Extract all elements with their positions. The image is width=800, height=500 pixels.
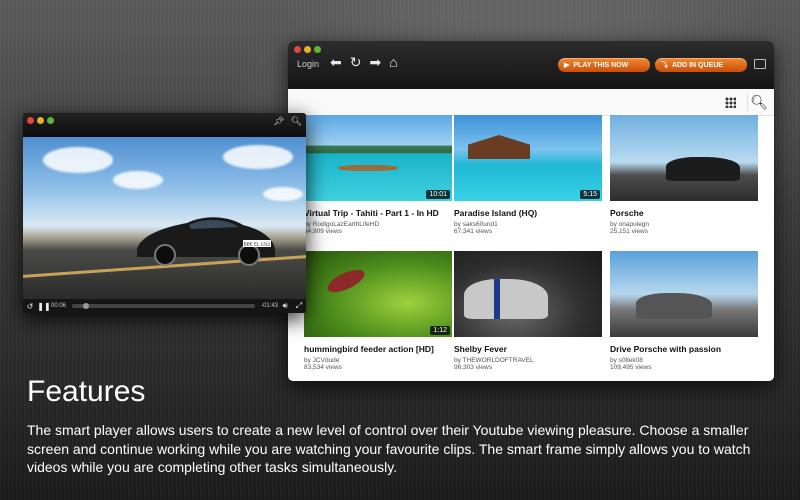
hummingbird-shape	[324, 265, 368, 297]
video-duration: 10:01	[426, 190, 450, 199]
elapsed-time: 00:06	[51, 303, 67, 309]
cloud-shape	[263, 187, 303, 201]
video-title[interactable]: Paradise Island (HQ)	[454, 208, 602, 219]
video-frame[interactable]: BBE EL 1311	[23, 137, 306, 299]
play-this-now-label: PLAY THIS NOW	[573, 61, 629, 69]
video-views: 83,534 views	[304, 364, 342, 371]
video-title[interactable]: Shelby Fever	[454, 344, 602, 355]
grid-view-icon[interactable]	[725, 97, 736, 108]
player-titlebar: 📌︎ 🔍︎	[23, 113, 306, 137]
video-views: 67,341 views	[454, 228, 492, 235]
video-title[interactable]: hummingbird feeder action [HD]	[304, 344, 452, 355]
back-arrow-icon[interactable]: ⬅	[330, 55, 342, 69]
video-thumbnail[interactable]: 10:01	[304, 115, 452, 201]
features-description: The smart player allows users to create …	[27, 422, 751, 475]
queue-icon: ⤵	[661, 62, 668, 69]
video-title[interactable]: Drive Porsche with passion	[610, 344, 758, 355]
login-link[interactable]: Login	[297, 59, 319, 69]
browser-toolbar: Login ⬅ ↻ ➡ ⌂ ▶ PLAY THIS NOW ⤵ ADD IN Q…	[288, 41, 774, 89]
zoom-window-button[interactable]	[47, 117, 54, 124]
video-card[interactable]: Shelby Fever by THEWORLDOFTRAVEL 96,303 …	[454, 251, 602, 371]
pause-icon[interactable]: ❚❚	[37, 302, 51, 311]
add-in-queue-label: ADD IN QUEUE	[672, 61, 723, 69]
player-top-icons: 📌︎ 🔍︎	[273, 116, 302, 127]
toolbar-divider	[747, 93, 748, 111]
pin-icon[interactable]: 📌︎	[273, 116, 284, 127]
video-card[interactable]: 1:12 hummingbird feeder action [HD] by J…	[304, 251, 452, 371]
remaining-time: -01:43	[260, 303, 278, 309]
smart-player-window: 📌︎ 🔍︎ BBE EL 1311 ↺ ❚❚ 00:06 -01:43 🔊︎ ⤢	[23, 113, 306, 313]
video-views: 64,909 views	[304, 228, 342, 235]
play-this-now-button[interactable]: ▶ PLAY THIS NOW	[558, 58, 650, 72]
close-window-button[interactable]	[27, 117, 34, 124]
features-heading: Features	[27, 375, 146, 408]
video-card[interactable]: 10:01 Virtual Trip - Tahiti - Part 1 - I…	[304, 115, 452, 235]
video-duration: 5:15	[580, 190, 600, 199]
video-views: 109,495 views	[610, 364, 652, 371]
video-title[interactable]: Virtual Trip - Tahiti - Part 1 - In HD	[304, 208, 452, 219]
canoe-shape	[338, 165, 398, 171]
car-shape	[636, 293, 712, 319]
cloud-shape	[43, 147, 113, 173]
minimize-window-button[interactable]	[304, 46, 311, 53]
porsche-car-image: BBE EL 1311	[137, 217, 275, 266]
video-card[interactable]: Drive Porsche with passion by s0ltek08 1…	[610, 251, 758, 371]
license-plate: BBE EL 1311	[244, 242, 271, 247]
seek-knob[interactable]	[82, 303, 89, 309]
video-title[interactable]: Porsche	[610, 208, 758, 219]
video-card[interactable]: 5:15 Paradise Island (HQ) by saks60und1 …	[454, 115, 602, 235]
video-author: by saks60und1	[454, 221, 498, 228]
car-shape	[666, 157, 740, 181]
zoom-window-button[interactable]	[314, 46, 321, 53]
video-thumbnail[interactable]: 5:15	[454, 115, 602, 201]
home-icon[interactable]: ⌂	[389, 55, 397, 69]
video-views: 96,303 views	[454, 364, 492, 371]
navigation-icons: ⬅ ↻ ➡ ⌂	[330, 55, 398, 69]
window-mode-icon[interactable]	[754, 59, 766, 69]
video-author: by s0ltek08	[610, 357, 643, 364]
car-shape	[464, 279, 548, 319]
video-thumbnail[interactable]: 1:12	[304, 251, 452, 337]
video-author: by RodigoLazEarthLifeHD	[304, 221, 380, 228]
video-author: by onapulegn	[610, 221, 650, 228]
close-window-button[interactable]	[294, 46, 301, 53]
video-duration: 1:12	[430, 326, 450, 335]
cloud-shape	[113, 171, 163, 189]
view-toolbar: 🔍︎	[288, 89, 774, 116]
video-thumbnail[interactable]	[454, 251, 602, 337]
window-controls	[27, 117, 54, 124]
search-icon[interactable]: 🔍︎	[750, 94, 768, 111]
bungalow-shape	[468, 135, 530, 159]
play-icon: ▶	[564, 62, 570, 69]
video-card[interactable]: Porsche by onapulegn 25,151 views	[610, 115, 758, 235]
cloud-shape	[223, 145, 293, 169]
fullscreen-icon[interactable]: ⤢	[292, 301, 306, 311]
minimize-window-button[interactable]	[37, 117, 44, 124]
video-thumbnail[interactable]	[610, 251, 758, 337]
window-controls	[294, 46, 321, 53]
video-thumbnail[interactable]	[610, 115, 758, 201]
search-icon[interactable]: 🔍︎	[291, 116, 302, 127]
forward-arrow-icon[interactable]: ➡	[369, 55, 381, 69]
video-author: by JCVdude	[304, 357, 340, 364]
video-author: by THEWORLDOFTRAVEL	[454, 357, 534, 364]
seek-bar[interactable]	[72, 303, 255, 309]
rewind-icon[interactable]: ↺	[23, 302, 37, 311]
video-views: 25,151 views	[610, 228, 648, 235]
refresh-icon[interactable]: ↻	[350, 55, 362, 69]
browser-window: Login ⬅ ↻ ➡ ⌂ ▶ PLAY THIS NOW ⤵ ADD IN Q…	[288, 41, 774, 381]
racing-stripe	[494, 279, 500, 319]
volume-icon[interactable]: 🔊︎	[278, 301, 292, 311]
add-in-queue-button[interactable]: ⤵ ADD IN QUEUE	[655, 58, 747, 72]
player-controls: ↺ ❚❚ 00:06 -01:43 🔊︎ ⤢	[23, 299, 306, 313]
